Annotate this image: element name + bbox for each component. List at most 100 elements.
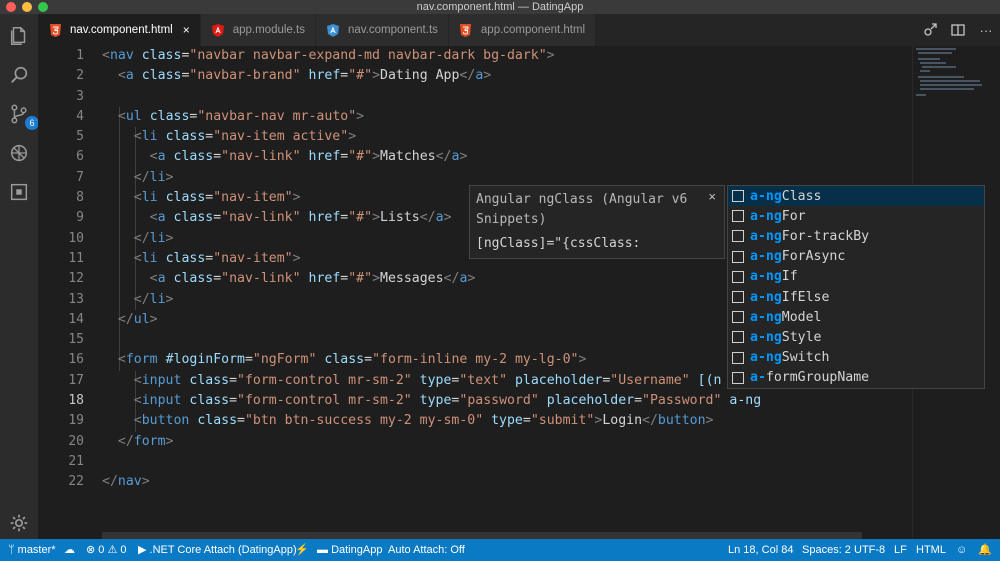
line-number: 8 bbox=[76, 190, 84, 206]
folder-icon: ▬ bbox=[317, 544, 332, 556]
title-bar: nav.component.html — DatingApp bbox=[0, 0, 1000, 14]
suggestion-label: IfElse bbox=[781, 289, 830, 305]
status-bar: ᛘ master* ☁ ⊗ 0 ⚠ 0 ▶ .NET Core Attach (… bbox=[0, 539, 1000, 561]
line-number: 20 bbox=[68, 433, 84, 449]
suggestion-match: a-ng bbox=[750, 309, 782, 325]
code-line[interactable]: ​ bbox=[102, 330, 761, 350]
branch-indicator[interactable]: ᛘ master* bbox=[8, 543, 56, 557]
maximize-window-button[interactable] bbox=[38, 2, 48, 12]
snippet-icon bbox=[732, 210, 744, 223]
snippet-icon bbox=[732, 270, 744, 283]
suggestion-match: a-ng bbox=[750, 289, 782, 305]
debug-config[interactable]: ▶ .NET Core Attach (DatingApp) bbox=[138, 543, 297, 557]
line-number: 10 bbox=[68, 230, 84, 246]
tab-nav-component-html[interactable]: nav.component.html × bbox=[38, 14, 201, 46]
snippet-icon bbox=[732, 371, 744, 384]
suggestion-item[interactable]: a-ng ForAsync bbox=[728, 247, 984, 267]
tab-app-module-ts[interactable]: app.module.ts bbox=[200, 14, 316, 46]
debug-icon[interactable] bbox=[7, 141, 31, 165]
suggestion-match: a- bbox=[750, 370, 766, 386]
close-window-button[interactable] bbox=[6, 2, 16, 12]
suggestion-item[interactable]: a-ng Style bbox=[728, 327, 984, 347]
angular-icon bbox=[211, 23, 225, 37]
suggestion-item[interactable]: a-ng IfElse bbox=[728, 287, 984, 307]
cursor-position[interactable]: Ln 18, Col 84 bbox=[728, 543, 793, 557]
language-mode[interactable]: HTML bbox=[916, 543, 946, 557]
snippet-icon bbox=[732, 351, 744, 364]
code-line[interactable]: <form #loginForm="ngForm" class="form-in… bbox=[102, 350, 761, 370]
open-changes-icon[interactable] bbox=[922, 22, 938, 38]
sync-icon[interactable]: ☁ bbox=[64, 543, 75, 557]
horizontal-scrollbar[interactable] bbox=[102, 532, 862, 539]
snippet-icon bbox=[732, 250, 744, 263]
tab-bar: nav.component.html × app.module.ts nav.c… bbox=[38, 14, 1000, 46]
code-line[interactable]: <li class="nav-item active"> bbox=[102, 127, 761, 147]
code-line[interactable]: <button class="btn btn-success my-2 my-s… bbox=[102, 411, 761, 431]
suggestion-match: a-ng bbox=[750, 269, 782, 285]
explorer-icon[interactable] bbox=[7, 24, 31, 48]
suggestion-item[interactable]: a-ng For bbox=[728, 206, 984, 226]
code-area[interactable]: <nav class="navbar navbar-expand-md navb… bbox=[102, 46, 761, 493]
suggestion-list[interactable]: a-ng Class a-ng For a-ng For-trackBy a-ng ForAs… bbox=[727, 185, 985, 389]
suggestion-label: If bbox=[781, 269, 798, 285]
vertical-scrollbar[interactable] bbox=[990, 46, 1000, 539]
git-branch-icon: ᛘ bbox=[8, 544, 18, 556]
suggestion-item[interactable]: a-ng Switch bbox=[728, 348, 984, 368]
editor-actions: ··· bbox=[922, 22, 994, 38]
code-line[interactable]: <input class="form-control mr-sm-2" type… bbox=[102, 371, 761, 391]
snippet-icon bbox=[732, 291, 744, 304]
suggestion-label: Style bbox=[781, 329, 822, 345]
split-editor-icon[interactable] bbox=[950, 22, 966, 38]
snippet-icon bbox=[732, 190, 744, 203]
line-number: 16 bbox=[68, 352, 84, 368]
suggestion-item[interactable]: a-ng Model bbox=[728, 307, 984, 327]
close-icon[interactable]: × bbox=[708, 189, 716, 204]
close-icon[interactable]: × bbox=[183, 23, 190, 37]
code-line[interactable]: ​ bbox=[102, 452, 761, 472]
extensions-icon[interactable] bbox=[7, 180, 31, 204]
line-number: 13 bbox=[68, 291, 84, 307]
line-number: 12 bbox=[68, 271, 84, 287]
code-line[interactable]: </nav> bbox=[102, 472, 761, 492]
line-number: 6 bbox=[76, 149, 84, 165]
line-number: 9 bbox=[76, 210, 84, 226]
live-share-icon[interactable]: ⚡ bbox=[295, 543, 309, 557]
encoding-status[interactable]: UTF-8 bbox=[854, 543, 885, 557]
code-line[interactable]: ​ bbox=[102, 87, 761, 107]
eol-status[interactable]: LF bbox=[894, 543, 907, 557]
source-control-icon[interactable]: 6 bbox=[7, 102, 39, 130]
problems-indicator[interactable]: ⊗ 0 ⚠ 0 bbox=[86, 543, 127, 557]
snippet-icon bbox=[732, 331, 744, 344]
code-line[interactable]: <a class="nav-link" href="#">Messages</a… bbox=[102, 269, 761, 289]
notifications-icon[interactable]: 🔔 bbox=[978, 543, 992, 557]
indentation-status[interactable]: Spaces: 2 bbox=[802, 543, 851, 557]
snippet-icon bbox=[732, 311, 744, 324]
search-icon[interactable] bbox=[7, 63, 31, 87]
suggestion-label: ForAsync bbox=[781, 249, 846, 265]
auto-attach-status[interactable]: Auto Attach: Off bbox=[388, 543, 465, 557]
code-line[interactable]: <a class="nav-link" href="#">Matches</a> bbox=[102, 147, 761, 167]
code-line[interactable]: <nav class="navbar navbar-expand-md navb… bbox=[102, 46, 761, 66]
more-actions-icon[interactable]: ··· bbox=[978, 22, 994, 38]
suggestion-match: a-ng bbox=[750, 188, 782, 204]
suggestion-item[interactable]: a-formGroupName bbox=[728, 368, 984, 388]
code-line[interactable]: <a class="navbar-brand" href="#">Dating … bbox=[102, 66, 761, 86]
minimize-window-button[interactable] bbox=[22, 2, 32, 12]
window-title: nav.component.html — DatingApp bbox=[416, 1, 584, 13]
suggestion-item[interactable]: a-ng For-trackBy bbox=[728, 226, 984, 246]
code-line[interactable]: <input class="form-control mr-sm-2" type… bbox=[102, 391, 761, 411]
folder-indicator[interactable]: ▬ DatingApp bbox=[317, 543, 382, 557]
gear-icon[interactable] bbox=[7, 511, 31, 535]
suggestion-item[interactable]: a-ng Class bbox=[728, 186, 984, 207]
suggestion-item[interactable]: a-ng If bbox=[728, 267, 984, 287]
code-line[interactable]: </li> bbox=[102, 290, 761, 310]
code-line[interactable]: </form> bbox=[102, 432, 761, 452]
html5-icon bbox=[48, 23, 62, 37]
code-line[interactable]: <ul class="navbar-nav mr-auto"> bbox=[102, 107, 761, 127]
line-number: 14 bbox=[68, 311, 84, 327]
line-number: 18 bbox=[68, 393, 84, 409]
feedback-icon[interactable]: ☺ bbox=[956, 543, 967, 557]
tab-nav-component-ts[interactable]: nav.component.ts bbox=[315, 14, 449, 46]
tab-app-component-html[interactable]: app.component.html bbox=[448, 14, 597, 46]
code-line[interactable]: </ul> bbox=[102, 310, 761, 330]
